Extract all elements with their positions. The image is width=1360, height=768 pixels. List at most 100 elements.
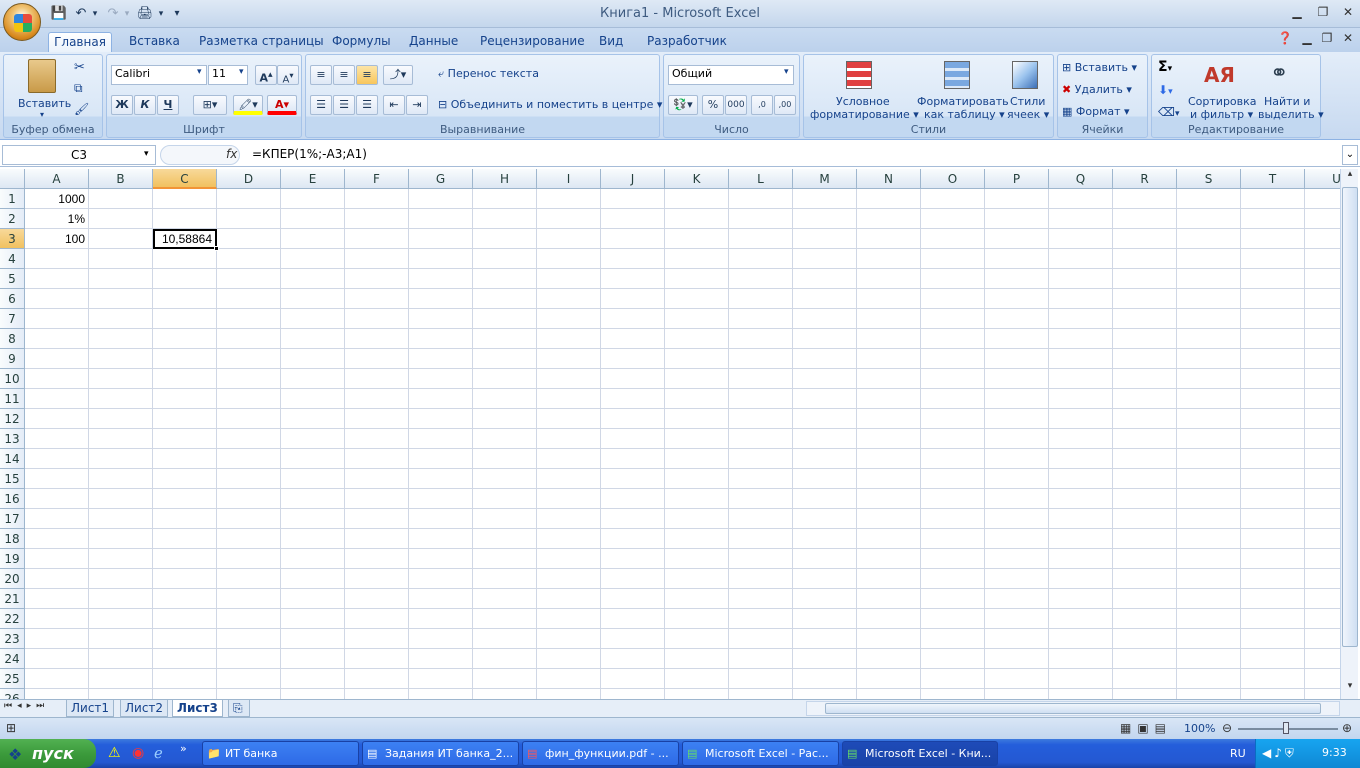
cell-l21[interactable]: [729, 589, 793, 609]
cell-g10[interactable]: [409, 369, 473, 389]
cell-l2[interactable]: [729, 209, 793, 229]
cell-g4[interactable]: [409, 249, 473, 269]
cell-k5[interactable]: [665, 269, 729, 289]
cell-d9[interactable]: [217, 349, 281, 369]
cell-i20[interactable]: [537, 569, 601, 589]
cell-p24[interactable]: [985, 649, 1049, 669]
cell-n8[interactable]: [857, 329, 921, 349]
cell-k3[interactable]: [665, 229, 729, 249]
cell-j5[interactable]: [601, 269, 665, 289]
cell-u17[interactable]: [1305, 509, 1340, 529]
cell-p26[interactable]: [985, 689, 1049, 699]
cell-h18[interactable]: [473, 529, 537, 549]
cell-g3[interactable]: [409, 229, 473, 249]
cell-o13[interactable]: [921, 429, 985, 449]
cell-i24[interactable]: [537, 649, 601, 669]
cell-p16[interactable]: [985, 489, 1049, 509]
column-header-r[interactable]: R: [1113, 169, 1177, 189]
find-select-label-2[interactable]: выделить ▾: [1258, 108, 1324, 121]
cell-u19[interactable]: [1305, 549, 1340, 569]
cell-t13[interactable]: [1241, 429, 1305, 449]
row-header-22[interactable]: 22: [0, 609, 25, 629]
cell-s8[interactable]: [1177, 329, 1241, 349]
cell-l8[interactable]: [729, 329, 793, 349]
cell-j12[interactable]: [601, 409, 665, 429]
cell-s6[interactable]: [1177, 289, 1241, 309]
cell-t16[interactable]: [1241, 489, 1305, 509]
cell-k14[interactable]: [665, 449, 729, 469]
row-header-16[interactable]: 16: [0, 489, 25, 509]
cell-o23[interactable]: [921, 629, 985, 649]
cell-l17[interactable]: [729, 509, 793, 529]
cell-b18[interactable]: [89, 529, 153, 549]
tab-page-layout[interactable]: Разметка страницы: [195, 32, 328, 52]
sheet-tab-3[interactable]: Лист3: [172, 700, 223, 717]
cell-p4[interactable]: [985, 249, 1049, 269]
cell-o26[interactable]: [921, 689, 985, 699]
cell-i18[interactable]: [537, 529, 601, 549]
borders-icon[interactable]: ⊞▾: [193, 95, 227, 115]
cell-m13[interactable]: [793, 429, 857, 449]
bold-button[interactable]: Ж: [111, 95, 133, 115]
cell-q25[interactable]: [1049, 669, 1113, 689]
cell-q12[interactable]: [1049, 409, 1113, 429]
cell-e7[interactable]: [281, 309, 345, 329]
quicklaunch-2-icon[interactable]: ◉: [132, 745, 144, 761]
cell-a13[interactable]: [25, 429, 89, 449]
cell-c23[interactable]: [153, 629, 217, 649]
cell-r17[interactable]: [1113, 509, 1177, 529]
cell-q3[interactable]: [1049, 229, 1113, 249]
cell-r4[interactable]: [1113, 249, 1177, 269]
tab-review[interactable]: Рецензирование: [476, 32, 589, 52]
cell-f12[interactable]: [345, 409, 409, 429]
cell-p22[interactable]: [985, 609, 1049, 629]
align-bottom-icon[interactable]: ≡: [356, 65, 378, 85]
cell-e19[interactable]: [281, 549, 345, 569]
column-header-b[interactable]: B: [89, 169, 153, 189]
number-format-select[interactable]: Общий: [668, 65, 794, 85]
cell-l13[interactable]: [729, 429, 793, 449]
cell-h3[interactable]: [473, 229, 537, 249]
cell-f23[interactable]: [345, 629, 409, 649]
cell-a16[interactable]: [25, 489, 89, 509]
cell-s5[interactable]: [1177, 269, 1241, 289]
quicklaunch-more-icon[interactable]: »: [180, 742, 187, 755]
cell-u23[interactable]: [1305, 629, 1340, 649]
cell-s10[interactable]: [1177, 369, 1241, 389]
quicklaunch-1-icon[interactable]: ⚠: [108, 745, 121, 761]
cell-d11[interactable]: [217, 389, 281, 409]
cell-h20[interactable]: [473, 569, 537, 589]
cell-f3[interactable]: [345, 229, 409, 249]
cell-b4[interactable]: [89, 249, 153, 269]
cell-n19[interactable]: [857, 549, 921, 569]
cell-p8[interactable]: [985, 329, 1049, 349]
cell-o25[interactable]: [921, 669, 985, 689]
cell-d16[interactable]: [217, 489, 281, 509]
cell-m9[interactable]: [793, 349, 857, 369]
cell-o5[interactable]: [921, 269, 985, 289]
cell-d13[interactable]: [217, 429, 281, 449]
cell-g9[interactable]: [409, 349, 473, 369]
tab-developer[interactable]: Разработчик: [643, 32, 731, 52]
cell-s1[interactable]: [1177, 189, 1241, 209]
row-header-7[interactable]: 7: [0, 309, 25, 329]
cell-i10[interactable]: [537, 369, 601, 389]
cell-k18[interactable]: [665, 529, 729, 549]
cell-n10[interactable]: [857, 369, 921, 389]
cell-e5[interactable]: [281, 269, 345, 289]
cell-h12[interactable]: [473, 409, 537, 429]
cell-q7[interactable]: [1049, 309, 1113, 329]
cell-t8[interactable]: [1241, 329, 1305, 349]
cell-u22[interactable]: [1305, 609, 1340, 629]
cell-r14[interactable]: [1113, 449, 1177, 469]
cell-a21[interactable]: [25, 589, 89, 609]
cell-s22[interactable]: [1177, 609, 1241, 629]
cell-b13[interactable]: [89, 429, 153, 449]
cell-e17[interactable]: [281, 509, 345, 529]
cell-r12[interactable]: [1113, 409, 1177, 429]
cell-e4[interactable]: [281, 249, 345, 269]
cell-s16[interactable]: [1177, 489, 1241, 509]
cell-h2[interactable]: [473, 209, 537, 229]
cell-e9[interactable]: [281, 349, 345, 369]
cell-i9[interactable]: [537, 349, 601, 369]
